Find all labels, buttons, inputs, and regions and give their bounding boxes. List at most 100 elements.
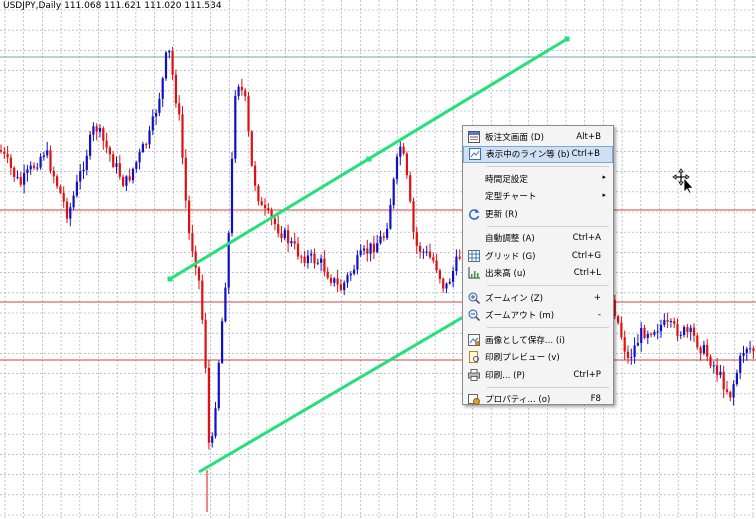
candle-body	[702, 345, 705, 354]
menu-item[interactable]: 表示中のライン等 (b) Ctrl+B	[463, 145, 613, 163]
candle-body	[326, 271, 329, 278]
candle-body	[118, 163, 121, 177]
candle-body	[204, 319, 207, 368]
candle-body	[191, 233, 194, 252]
menu-item[interactable]: プロパティ... (o) F8	[463, 391, 613, 409]
menu-item-shortcut: -	[597, 310, 601, 321]
menu-item[interactable]: 定型チャート ▸	[463, 188, 613, 206]
candle-body	[445, 283, 448, 289]
menu-item-label: 出来高 (u)	[485, 269, 526, 280]
candle-body	[626, 351, 630, 358]
candle-body	[712, 365, 715, 367]
trendline-anchor[interactable]	[366, 156, 372, 162]
candle-body	[353, 269, 356, 274]
menu-item-shortcut: Ctrl+B	[571, 149, 600, 160]
candle-body	[692, 327, 696, 336]
candle-body	[422, 251, 425, 253]
candle-body	[211, 436, 214, 443]
candle-body	[197, 267, 201, 281]
candle-body	[359, 250, 362, 256]
candle-body	[656, 331, 659, 333]
refresh-icon	[463, 205, 485, 222]
candle-body	[409, 175, 412, 202]
candle-body	[234, 96, 237, 159]
candle-body	[95, 126, 98, 132]
chart-grid	[0, 0, 756, 519]
candle-body	[135, 162, 138, 169]
candle-body	[32, 165, 36, 168]
candle-body	[749, 348, 752, 350]
candle-body	[699, 347, 702, 354]
candle-body	[105, 140, 108, 148]
candle-body	[214, 408, 217, 437]
menu-item[interactable]: 板注文画面 (D) Alt+B	[463, 128, 613, 146]
trendline-anchor[interactable]	[167, 276, 173, 282]
candle-body	[339, 284, 342, 291]
print-icon	[463, 366, 485, 383]
menu-item[interactable]: 出来高 (u) Ctrl+L	[463, 265, 613, 283]
candle-body	[696, 335, 699, 348]
candle-body	[224, 287, 227, 322]
candle-body	[732, 384, 735, 398]
candle-body	[343, 282, 346, 291]
candle-body	[402, 146, 405, 154]
menu-item[interactable]: 印刷... (P) Ctrl+P	[463, 366, 613, 384]
chart-context-menu: 板注文画面 (D) Alt+B 表示中のライン等 (b) Ctrl+B 時間足設定 ▸ 定型…	[462, 125, 614, 406]
menu-icon-blank	[463, 230, 485, 247]
candle-body	[260, 201, 263, 205]
menu-item[interactable]: 印刷プレビュー (v)	[463, 349, 613, 367]
candle-body	[735, 372, 738, 385]
candle-body	[395, 156, 399, 180]
candle-body	[108, 147, 111, 155]
candle-body	[742, 352, 745, 356]
grid-icon	[463, 247, 485, 264]
candle-body	[145, 144, 148, 146]
candle-body	[320, 258, 323, 263]
candle-body	[425, 251, 428, 253]
symbol-info-label: USDJPY,Daily 111.068 111.621 111.020 111…	[3, 1, 222, 11]
candle-body	[168, 50, 171, 53]
candle-body	[221, 321, 224, 363]
candle-body	[257, 185, 260, 202]
candle-body	[663, 320, 666, 325]
menu-item[interactable]: 画像として保存... (i)	[463, 331, 613, 349]
candle-body	[125, 176, 128, 186]
candle-body	[6, 153, 9, 158]
candle-body	[329, 277, 333, 283]
candle-body	[716, 365, 719, 376]
candle-body	[303, 256, 306, 264]
candle-body	[389, 205, 392, 229]
trendline-lower[interactable]	[198, 311, 471, 474]
candle-body	[379, 236, 382, 244]
candle-body	[158, 98, 161, 113]
candle-body	[300, 256, 303, 258]
candle-body	[230, 158, 234, 234]
price-chart[interactable]: USDJPY,Daily 111.068 111.621 111.020 111…	[0, 0, 756, 519]
candle-body	[640, 327, 643, 344]
menu-item-label: 自動調整 (A)	[485, 234, 535, 245]
candle-body	[36, 167, 39, 169]
menu-item[interactable]: グリッド (G) Ctrl+G	[463, 247, 613, 265]
menu-item[interactable]: 更新 (R)	[463, 205, 613, 223]
candle-body	[686, 327, 689, 333]
menu-item[interactable]: 自動調整 (A) Ctrl+A	[463, 230, 613, 248]
menu-item[interactable]: ズームイン (Z) +	[463, 289, 613, 307]
candle-body	[333, 278, 336, 283]
menu-item-shortcut: F8	[590, 394, 601, 405]
candle-body	[52, 170, 55, 177]
candle-body	[415, 231, 418, 246]
candle-body	[452, 271, 455, 282]
horizontal-lines[interactable]	[0, 56, 756, 361]
candle-body	[201, 280, 204, 320]
candle-body	[290, 241, 293, 244]
candle-body	[706, 345, 709, 357]
chart-canvas[interactable]	[0, 0, 756, 519]
candle-body	[128, 176, 131, 181]
candle-body	[306, 255, 309, 264]
menu-item[interactable]: 時間足設定 ▸	[463, 170, 613, 188]
trendline-anchor[interactable]	[564, 36, 570, 42]
menu-item[interactable]: ズームアウト (m) -	[463, 307, 613, 325]
candle-body	[240, 86, 243, 91]
submenu-arrow-icon: ▸	[602, 190, 606, 199]
candle-body	[650, 333, 653, 335]
